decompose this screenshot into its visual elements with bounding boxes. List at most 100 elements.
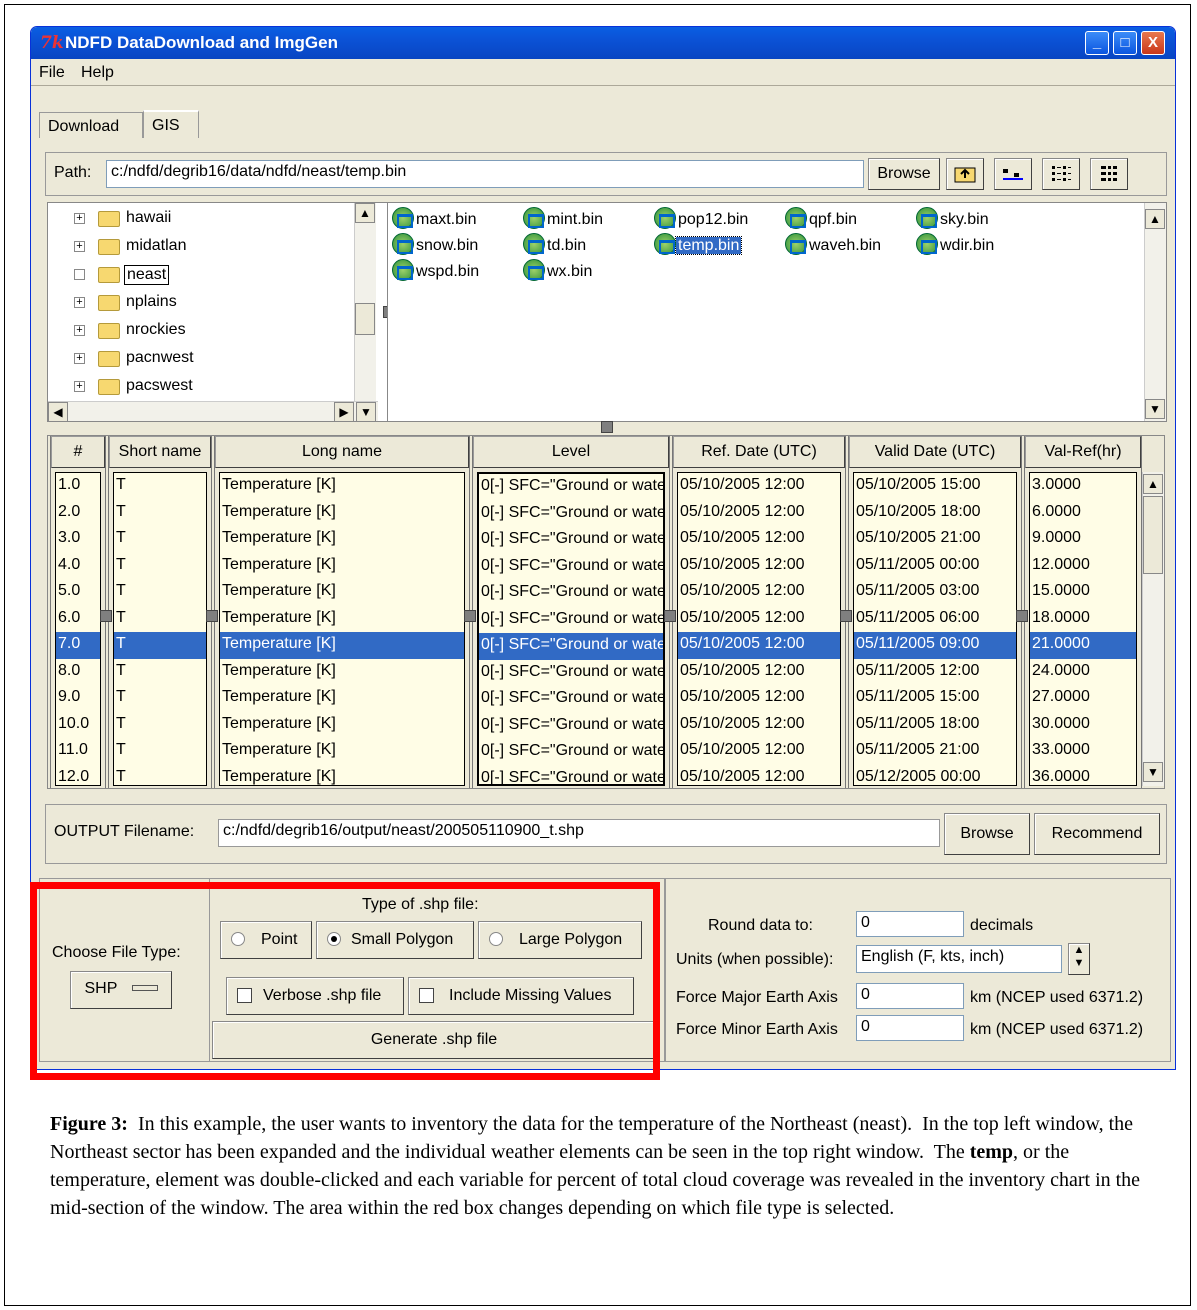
grid-cell[interactable]: T bbox=[114, 500, 206, 527]
scroll-down-icon[interactable]: ▼ bbox=[356, 402, 376, 421]
grid-cell[interactable]: 05/10/2005 12:00 bbox=[678, 606, 840, 633]
column-header[interactable]: Short name bbox=[109, 436, 211, 468]
grid-cell[interactable]: 0[-] SFC="Ground or water surface" bbox=[479, 580, 663, 607]
column-header[interactable]: Val-Ref(hr) bbox=[1025, 436, 1141, 468]
grid-cell[interactable]: 1.0 bbox=[56, 473, 100, 500]
grid-cell[interactable]: 27.0000 bbox=[1030, 685, 1136, 712]
grid-cell[interactable]: T bbox=[114, 765, 206, 786]
grid-cell[interactable]: 9.0 bbox=[56, 685, 100, 712]
grid-cell[interactable]: Temperature [K] bbox=[220, 712, 464, 739]
expand-icon[interactable]: + bbox=[74, 241, 85, 252]
grid-cell[interactable]: 0[-] SFC="Ground or water surface" bbox=[479, 739, 663, 766]
grid-cell[interactable]: 36.0000 bbox=[1030, 765, 1136, 786]
grid-cell[interactable]: 05/11/2005 18:00 bbox=[854, 712, 1016, 739]
grid-cell[interactable]: 18.0000 bbox=[1030, 606, 1136, 633]
grid-cell[interactable]: 05/12/2005 00:00 bbox=[854, 765, 1016, 786]
column-splitter-handle[interactable] bbox=[206, 610, 218, 622]
scroll-up-icon[interactable]: ▲ bbox=[1145, 209, 1165, 229]
output-filename-input[interactable]: c:/ndfd/degrib16/output/neast/2005051109… bbox=[218, 819, 940, 847]
file-item[interactable]: temp.bin bbox=[654, 233, 743, 255]
scroll-down-icon[interactable]: ▼ bbox=[1145, 399, 1165, 419]
grid-cell[interactable]: 0[-] SFC="Ground or water surface" bbox=[479, 607, 663, 634]
tree-item[interactable]: + pacnwest bbox=[48, 347, 378, 373]
file-item[interactable]: wdir.bin bbox=[916, 233, 996, 255]
file-item[interactable]: sky.bin bbox=[916, 207, 991, 229]
scroll-left-icon[interactable]: ◀ bbox=[48, 402, 68, 421]
grid-cell[interactable]: 24.0000 bbox=[1030, 659, 1136, 686]
grid-cell[interactable]: 05/10/2005 12:00 bbox=[678, 553, 840, 580]
details-view-icon[interactable] bbox=[1090, 158, 1128, 190]
grid-cell[interactable]: Temperature [K] bbox=[220, 659, 464, 686]
grid-cell[interactable]: 05/10/2005 21:00 bbox=[854, 526, 1016, 553]
file-list[interactable]: maxt.bin mint.bin pop12.bin qpf.bin sky.bin s… bbox=[387, 202, 1167, 422]
title-bar[interactable]: 7k NDFD DataDownload and ImgGen _ □ X bbox=[31, 27, 1175, 59]
grid-cell[interactable]: T bbox=[114, 606, 206, 633]
major-axis-input[interactable]: 0 bbox=[856, 983, 964, 1009]
grid-cell[interactable]: 05/10/2005 12:00 bbox=[678, 738, 840, 765]
grid-cell[interactable]: 15.0000 bbox=[1030, 579, 1136, 606]
grid-cell[interactable]: 05/11/2005 15:00 bbox=[854, 685, 1016, 712]
file-item[interactable]: qpf.bin bbox=[785, 207, 859, 229]
file-item[interactable]: snow.bin bbox=[392, 233, 480, 255]
column-header[interactable]: Valid Date (UTC) bbox=[849, 436, 1021, 468]
grid-cell[interactable]: 0[-] SFC="Ground or water surface" bbox=[479, 527, 663, 554]
grid-cell[interactable]: 05/10/2005 12:00 bbox=[678, 579, 840, 606]
grid-cell[interactable]: 33.0000 bbox=[1030, 738, 1136, 765]
expand-icon[interactable]: + bbox=[74, 213, 85, 224]
grid-cell[interactable]: T bbox=[114, 685, 206, 712]
collapse-icon[interactable] bbox=[74, 269, 85, 280]
expand-icon[interactable]: + bbox=[74, 325, 85, 336]
scroll-down-icon[interactable]: ▼ bbox=[1143, 762, 1163, 782]
grid-cell[interactable]: T bbox=[114, 526, 206, 553]
small-icons-view-icon[interactable] bbox=[994, 158, 1032, 190]
grid-cell[interactable]: 05/10/2005 12:00 bbox=[678, 685, 840, 712]
column-splitter-handle[interactable] bbox=[664, 610, 676, 622]
grid-cell[interactable]: Temperature [K] bbox=[220, 765, 464, 786]
column-splitter-handle[interactable] bbox=[840, 610, 852, 622]
file-item[interactable]: waveh.bin bbox=[785, 233, 883, 255]
units-input[interactable]: English (F, kts, inch) bbox=[856, 945, 1062, 973]
grid-cell[interactable]: 21.0000 bbox=[1030, 632, 1136, 659]
scroll-thumb[interactable] bbox=[1143, 496, 1163, 574]
grid-cell[interactable]: 0[-] SFC="Ground or water surface" bbox=[479, 766, 663, 785]
grid-cell[interactable]: T bbox=[114, 473, 206, 500]
expand-icon[interactable]: + bbox=[74, 297, 85, 308]
grid-cell[interactable]: 8.0 bbox=[56, 659, 100, 686]
file-item[interactable]: wspd.bin bbox=[392, 259, 481, 281]
units-spinner-icon[interactable]: ▲ ▼ bbox=[1068, 943, 1090, 975]
grid-cell[interactable]: Temperature [K] bbox=[220, 579, 464, 606]
tree-item[interactable]: + nplains bbox=[48, 291, 378, 317]
tab-gis[interactable]: GIS bbox=[143, 110, 199, 138]
column-splitter-handle[interactable] bbox=[1016, 610, 1028, 622]
tree-item[interactable]: neast bbox=[48, 263, 378, 289]
file-item[interactable]: maxt.bin bbox=[392, 207, 478, 229]
scroll-thumb[interactable] bbox=[355, 303, 375, 335]
grid-cell[interactable]: 2.0 bbox=[56, 500, 100, 527]
grid-cell[interactable]: 05/11/2005 09:00 bbox=[854, 632, 1016, 659]
files-vertical-scrollbar[interactable]: ▲ ▼ bbox=[1144, 203, 1166, 421]
grid-cell[interactable]: Temperature [K] bbox=[220, 526, 464, 553]
column-header[interactable]: # bbox=[51, 436, 105, 468]
grid-cell[interactable]: T bbox=[114, 738, 206, 765]
grid-cell[interactable]: 05/10/2005 12:00 bbox=[678, 632, 840, 659]
tree-item[interactable]: + hawaii bbox=[48, 207, 378, 233]
grid-cell[interactable]: 12.0000 bbox=[1030, 553, 1136, 580]
grid-cell[interactable]: T bbox=[114, 712, 206, 739]
grid-cell[interactable]: 05/10/2005 12:00 bbox=[678, 526, 840, 553]
column-header[interactable]: Long name bbox=[215, 436, 469, 468]
column-splitter-handle[interactable] bbox=[464, 610, 476, 622]
list-view-icon[interactable] bbox=[1042, 158, 1080, 190]
grid-cell[interactable]: 05/10/2005 12:00 bbox=[678, 473, 840, 500]
grid-cell[interactable]: Temperature [K] bbox=[220, 606, 464, 633]
grid-cell[interactable]: 6.0000 bbox=[1030, 500, 1136, 527]
grid-cell[interactable]: 0[-] SFC="Ground or water surface" bbox=[479, 474, 663, 501]
minimize-button[interactable]: _ bbox=[1085, 31, 1109, 55]
tree-item[interactable]: + pacswest bbox=[48, 375, 378, 401]
tree-horizontal-scrollbar[interactable]: ◀ ▶ ▼ bbox=[48, 401, 378, 421]
file-item[interactable]: mint.bin bbox=[523, 207, 605, 229]
file-item[interactable]: pop12.bin bbox=[654, 207, 750, 229]
scroll-up-icon[interactable]: ▲ bbox=[1143, 474, 1163, 494]
up-folder-icon[interactable] bbox=[946, 158, 984, 190]
grid-cell[interactable]: 05/11/2005 03:00 bbox=[854, 579, 1016, 606]
pane-splitter-handle[interactable] bbox=[601, 421, 613, 433]
